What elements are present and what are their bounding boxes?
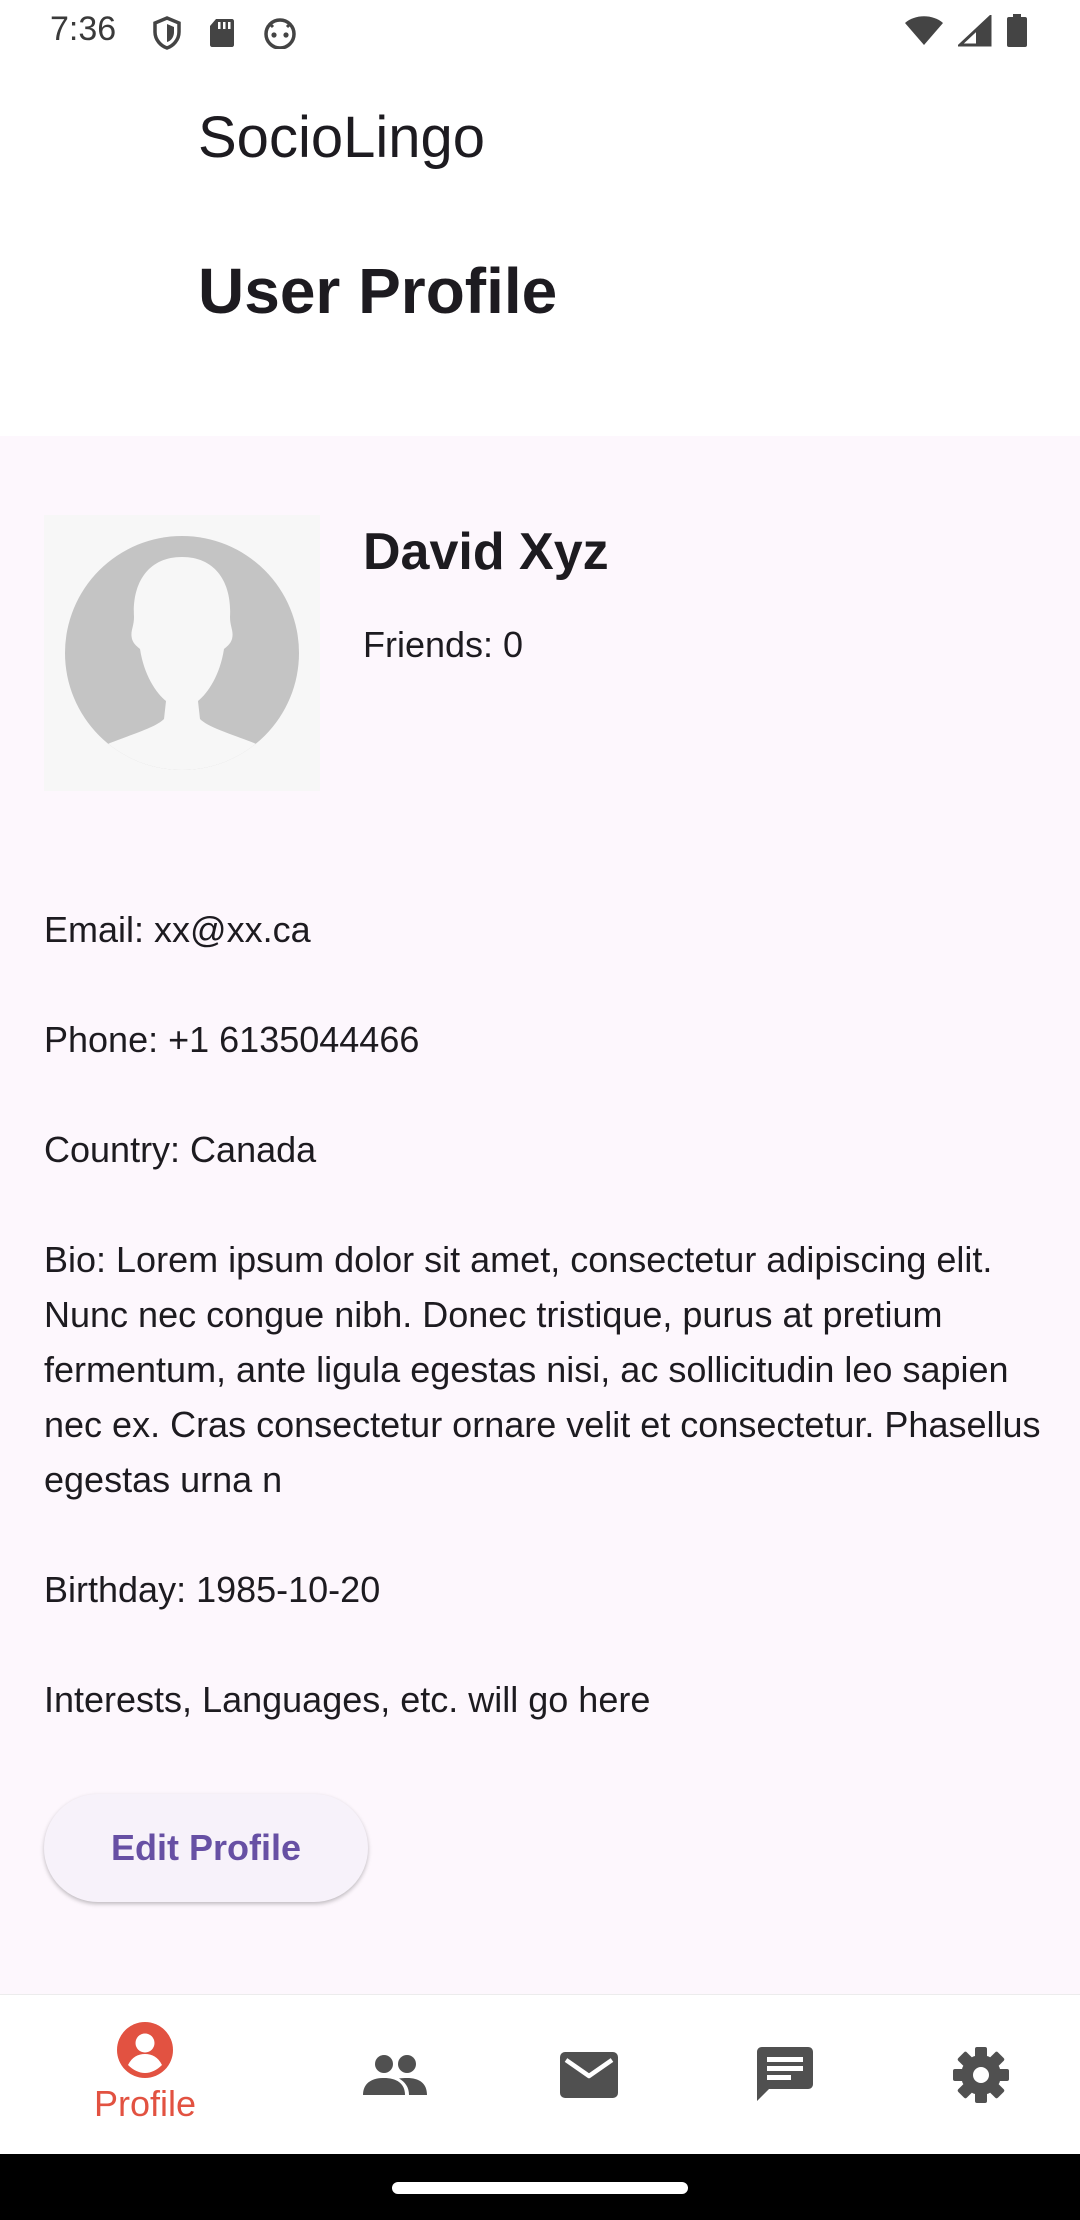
country-text: Country: Canada xyxy=(44,1129,317,1170)
friends-count: Friends: 0 xyxy=(363,624,524,665)
nav-item-chat[interactable] xyxy=(730,1995,840,2155)
status-bar: 7:36 xyxy=(0,0,1080,66)
status-time: 7:36 xyxy=(50,10,117,48)
bottom-nav: Profile xyxy=(0,1994,1080,2155)
nav-label-profile: Profile xyxy=(93,2083,197,2124)
avatar xyxy=(44,515,320,791)
android-face-icon xyxy=(262,17,298,49)
email-text: Email: xx@xx.ca xyxy=(44,909,311,950)
system-nav-bar xyxy=(0,2154,1080,2220)
person-silhouette-icon xyxy=(44,515,320,791)
shield-icon xyxy=(152,16,182,50)
page-title: User Profile xyxy=(198,255,558,327)
mail-icon xyxy=(560,2052,618,2098)
wifi-icon xyxy=(904,15,944,47)
home-indicator[interactable] xyxy=(392,2182,688,2194)
birthday-text: Birthday: 1985-10-20 xyxy=(44,1569,381,1610)
cell-signal-icon xyxy=(958,15,992,47)
chat-icon xyxy=(757,2047,813,2103)
settings-icon xyxy=(953,2047,1009,2103)
friends-icon xyxy=(363,2053,427,2097)
battery-icon xyxy=(1006,14,1028,48)
app-header: SocioLingo User Profile xyxy=(0,66,1080,436)
nav-item-friends[interactable] xyxy=(340,1995,450,2155)
nav-item-profile[interactable]: Profile xyxy=(60,1993,230,2153)
profile-icon xyxy=(116,2021,174,2079)
status-left-icons xyxy=(152,16,298,50)
bio-text: Bio: Lorem ipsum dolor sit amet, consect… xyxy=(44,1239,1041,1500)
sd-card-icon xyxy=(208,17,236,49)
nav-item-messages[interactable] xyxy=(534,1995,644,2155)
interests-text: Interests, Languages, etc. will go here xyxy=(44,1679,651,1720)
user-name: David Xyz xyxy=(363,523,609,581)
app-title: SocioLingo xyxy=(198,105,485,170)
nav-item-settings[interactable] xyxy=(926,1995,1036,2155)
status-right-icons xyxy=(904,14,1028,48)
edit-profile-button[interactable]: Edit Profile xyxy=(44,1794,368,1902)
phone-text: Phone: +1 6135044466 xyxy=(44,1019,420,1060)
